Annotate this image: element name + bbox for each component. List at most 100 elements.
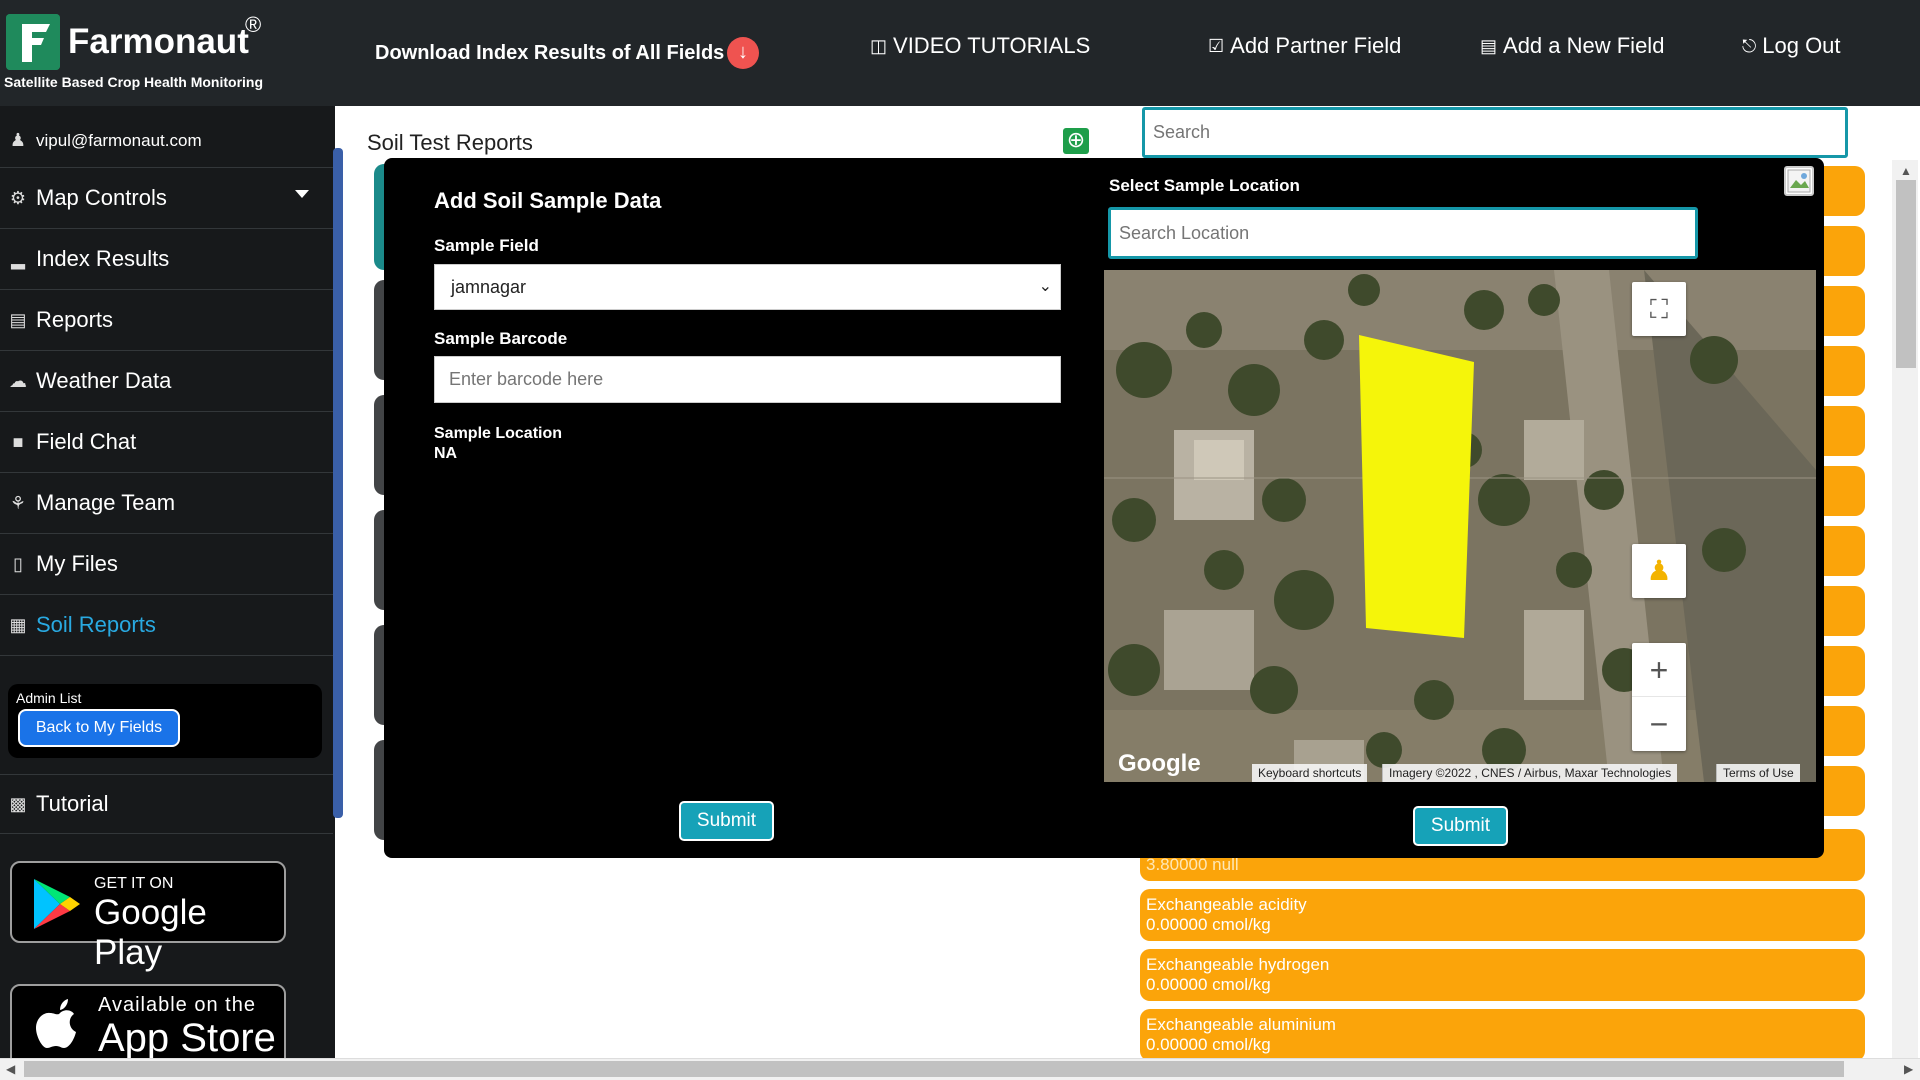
sidebar-item-label: Field Chat — [36, 429, 137, 454]
chat-icon: ■ — [12, 431, 24, 452]
soil-card-label: Exchangeable aluminium — [1146, 1015, 1336, 1034]
map-icon: ▤ — [1480, 35, 1498, 56]
sample-location-label: Sample Location — [434, 425, 563, 442]
page-title: Soil Test Reports — [367, 130, 533, 155]
sidebar-item-label: Index Results — [36, 246, 170, 271]
google-play-icon — [34, 879, 80, 929]
soil-value-card: Exchangeable hydrogen 0.00000 cmol/kg — [1140, 949, 1865, 1001]
download-icon[interactable]: ↓ — [727, 37, 759, 69]
registered-mark: ® — [245, 12, 262, 37]
add-new-field-label: Add a New Field — [1503, 33, 1665, 58]
scroll-left-icon[interactable]: ◀ — [6, 1062, 15, 1076]
zoom-controls: + − — [1632, 643, 1686, 751]
sample-barcode-label: Sample Barcode — [434, 329, 568, 348]
sidebar-item-field-chat[interactable]: ■ Field Chat — [0, 412, 333, 473]
add-partner-field-label: Add Partner Field — [1230, 33, 1402, 58]
app-store-small-text: Available on the — [98, 994, 256, 1016]
google-play-badge[interactable]: GET IT ON Google Play — [10, 861, 286, 972]
page-scroll-thumb[interactable] — [1896, 180, 1916, 368]
file-icon: ▯ — [13, 553, 23, 574]
sample-field-value: jamnagar — [451, 277, 527, 297]
sample-barcode-input[interactable] — [434, 356, 1061, 403]
sidebar-scrollbar[interactable] — [333, 148, 343, 818]
logout-icon: ⎋ — [1742, 35, 1757, 56]
chevron-down-icon — [295, 190, 309, 198]
terms-of-use-link[interactable]: Terms of Use — [1716, 764, 1800, 782]
sidebar-item-label: Soil Reports — [36, 612, 156, 637]
download-index-results-link[interactable]: Download Index Results of All Fields — [375, 42, 724, 65]
team-icon: ⚘ — [9, 492, 27, 513]
sidebar-user-email: ♟ vipul@farmonaut.com — [0, 114, 333, 168]
soil-value-card: Exchangeable acidity 0.00000 cmol/kg — [1140, 889, 1865, 941]
soil-card-value: 0.00000 cmol/kg — [1146, 915, 1271, 934]
sidebar-item-soil-reports[interactable]: ▦ Soil Reports — [0, 595, 333, 656]
brand-tagline: Satellite Based Crop Health Monitoring — [4, 74, 264, 90]
search-input[interactable] — [1142, 107, 1848, 158]
sidebar-item-reports[interactable]: ▤ Reports — [0, 290, 333, 351]
email-label: vipul@farmonaut.com — [36, 130, 202, 150]
sample-field-label: Sample Field — [434, 236, 539, 255]
sidebar-item-index-results[interactable]: ▂ Index Results — [0, 229, 333, 290]
log-out-label: Log Out — [1762, 33, 1841, 58]
lock-icon: ☑ — [1208, 35, 1225, 56]
sidebar: ♟ vipul@farmonaut.com ⚙ Map Controls ▂ I… — [0, 106, 335, 1080]
gear-icon: ⚙ — [9, 187, 27, 208]
sidebar-item-my-files[interactable]: ▯ My Files — [0, 534, 333, 595]
imagery-attribution: Imagery ©2022 , CNES / Airbus, Maxar Tec… — [1382, 764, 1678, 782]
sidebar-item-label: Manage Team — [36, 490, 176, 515]
sidebar-item-label: Map Controls — [36, 185, 167, 210]
sidebar-item-manage-team[interactable]: ⚘ Manage Team — [0, 473, 333, 534]
app-store-big-text: App Store — [98, 1016, 276, 1060]
scroll-right-icon[interactable]: ▶ — [1904, 1062, 1913, 1076]
sidebar-item-label: Weather Data — [36, 368, 172, 393]
zoom-in-icon[interactable]: + — [1632, 643, 1686, 697]
flask-icon: ▦ — [9, 614, 27, 635]
logo-icon — [6, 14, 60, 70]
video-tutorials-link[interactable]: ◫ VIDEO TUTORIALS — [870, 33, 1090, 59]
soil-card-value: 0.00000 cmol/kg — [1146, 1035, 1271, 1054]
add-partner-field-link[interactable]: ☑ Add Partner Field — [1208, 33, 1401, 59]
location-search-input[interactable] — [1108, 207, 1698, 259]
user-icon: ♟ — [9, 130, 27, 150]
top-header: Farmonaut ® Satellite Based Crop Health … — [0, 0, 1920, 106]
sidebar-item-map-controls[interactable]: ⚙ Map Controls — [0, 168, 333, 229]
sidebar-item-weather-data[interactable]: ☁ Weather Data — [0, 351, 333, 412]
select-location-title: Select Sample Location — [1109, 176, 1300, 195]
sidebar-item-label: My Files — [36, 551, 118, 576]
add-soil-sample-modal: Add Soil Sample Data Sample Field jamnag… — [384, 158, 1824, 858]
horizontal-scroll-thumb[interactable] — [24, 1061, 1844, 1077]
scroll-up-icon[interactable]: ▲ — [1900, 164, 1912, 178]
chevron-down-icon: ⌄ — [1038, 278, 1052, 295]
admin-list-panel: Admin List Back to My Fields — [8, 684, 322, 758]
document-icon: ▤ — [9, 309, 27, 330]
google-logo: Google — [1118, 750, 1201, 777]
modal-title: Add Soil Sample Data — [434, 188, 662, 213]
apple-icon — [36, 999, 76, 1048]
sample-field-select[interactable]: jamnagar ⌄ — [434, 264, 1061, 310]
pegman-icon[interactable]: ♟ — [1632, 544, 1686, 598]
chart-icon: ▂ — [11, 248, 25, 269]
sample-location-value: NA — [434, 445, 458, 462]
add-new-field-link[interactable]: ▤ Add a New Field — [1480, 33, 1664, 59]
google-play-big-text: Google Play — [94, 893, 207, 972]
log-out-link[interactable]: ⎋ Log Out — [1742, 33, 1841, 59]
video-tutorials-label: VIDEO TUTORIALS — [893, 33, 1091, 58]
add-soil-report-button[interactable]: ⊕ — [1063, 128, 1089, 154]
soil-card-label: Exchangeable hydrogen — [1146, 955, 1330, 974]
submit-button[interactable]: Submit — [679, 801, 774, 841]
farmonaut-logo[interactable] — [6, 14, 60, 70]
satellite-map[interactable]: ⛶ ♟ + − Google Keyboard shortcuts Imager… — [1104, 270, 1816, 782]
soil-card-value: 0.00000 cmol/kg — [1146, 975, 1271, 994]
zoom-out-icon[interactable]: − — [1632, 697, 1686, 751]
fullscreen-icon[interactable]: ⛶ — [1632, 282, 1686, 336]
sidebar-item-tutorial[interactable]: ▩ Tutorial — [0, 774, 333, 834]
tutorial-icon: ▩ — [9, 793, 27, 814]
admin-list-title: Admin List — [16, 690, 82, 706]
sidebar-item-label: Tutorial — [36, 791, 109, 816]
keyboard-shortcuts-link[interactable]: Keyboard shortcuts — [1252, 764, 1368, 782]
brand-name: Farmonaut — [68, 22, 249, 61]
back-to-my-fields-button[interactable]: Back to My Fields — [18, 709, 180, 747]
map-submit-button[interactable]: Submit — [1413, 806, 1508, 846]
close-icon[interactable] — [1784, 166, 1814, 196]
sidebar-item-label: Reports — [36, 307, 114, 332]
